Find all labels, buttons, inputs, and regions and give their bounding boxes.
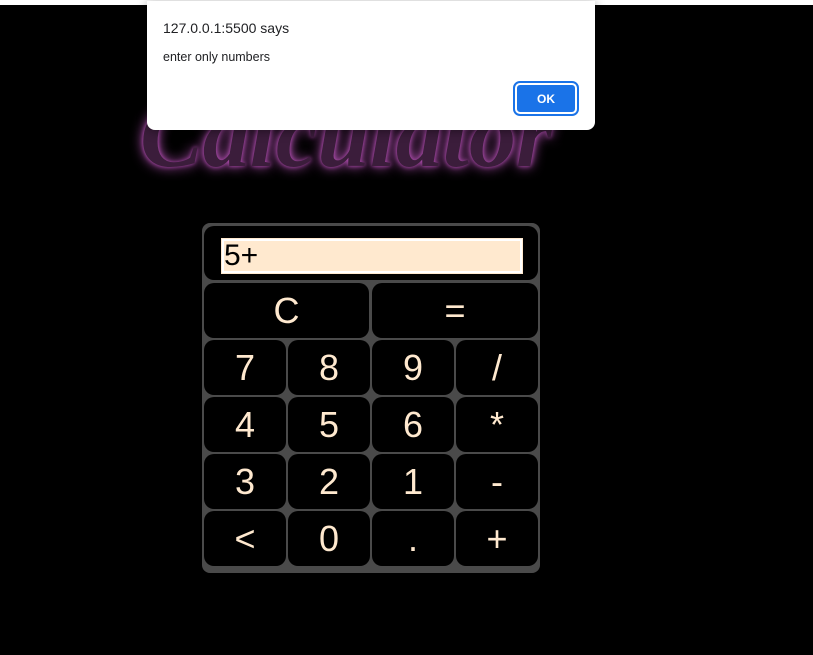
backspace-button[interactable]: < [204, 511, 286, 566]
equals-button[interactable]: = [372, 283, 538, 338]
alert-dialog: 127.0.0.1:5500 says enter only numbers O… [147, 1, 595, 130]
minus-button[interactable]: - [456, 454, 538, 509]
eight-button[interactable]: 8 [288, 340, 370, 395]
alert-dialog-message: enter only numbers [163, 50, 271, 64]
zero-button[interactable]: 0 [288, 511, 370, 566]
one-button[interactable]: 1 [372, 454, 454, 509]
display-row: 5+ [204, 226, 538, 280]
ok-button[interactable]: OK [513, 81, 579, 116]
multiply-button[interactable]: * [456, 397, 538, 452]
clear-button[interactable]: C [204, 283, 369, 338]
six-button[interactable]: 6 [372, 397, 454, 452]
alert-dialog-title: 127.0.0.1:5500 says [163, 20, 290, 36]
seven-button[interactable]: 7 [204, 340, 286, 395]
three-button[interactable]: 3 [204, 454, 286, 509]
decimal-point-button[interactable]: . [372, 511, 454, 566]
five-button[interactable]: 5 [288, 397, 370, 452]
calculator-panel: 5+ C = 7 8 9 / 4 5 6 * 3 2 1 - < 0 . + [202, 223, 540, 573]
divide-button[interactable]: / [456, 340, 538, 395]
four-button[interactable]: 4 [204, 397, 286, 452]
calculator-display-input[interactable]: 5+ [219, 236, 525, 276]
plus-button[interactable]: + [456, 511, 538, 566]
nine-button[interactable]: 9 [372, 340, 454, 395]
two-button[interactable]: 2 [288, 454, 370, 509]
